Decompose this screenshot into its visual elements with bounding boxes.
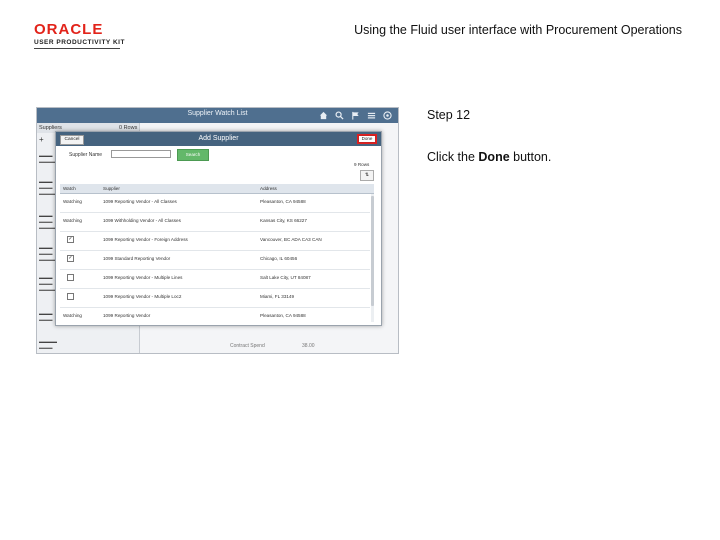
instruction-button-name: Done xyxy=(478,150,510,164)
address-cell: Chicago, IL 60456 xyxy=(260,256,298,261)
watch-checkbox[interactable]: ✓ xyxy=(67,236,74,243)
upk-tagline: USER PRODUCTIVITY KIT xyxy=(34,39,125,46)
page-title: Using the Fluid user interface with Proc… xyxy=(354,23,682,37)
supplier-name-input[interactable] xyxy=(111,150,171,158)
address-cell: Pleasanton, CA 94588 xyxy=(260,199,306,204)
address-cell: Pleasanton, CA 94588 xyxy=(260,313,306,318)
add-supplier-dialog: Add Supplier Cancel Done Supplier Name S… xyxy=(55,131,382,326)
sort-icon[interactable]: ⇅ xyxy=(360,170,374,181)
supplier-name-cell: 1099 Reporting Vendor - All Classes xyxy=(103,199,177,204)
list-item[interactable]: ▬▬▬▬▬▬▬▬▬▬ xyxy=(39,339,57,353)
table-row[interactable]: 1099 Reporting Vendor - Multiple Lines Sa… xyxy=(60,270,370,289)
home-icon[interactable] xyxy=(319,111,328,120)
supplier-grid: Watch Supplier Address Watching 1099 Repo… xyxy=(60,184,374,323)
table-row[interactable]: ✓ 1099 Standard Reporting Vendor Chicago, … xyxy=(60,251,370,270)
nav-icon[interactable] xyxy=(383,111,392,120)
app-screenshot: Supplier Watch List Suppliers 0 Rows + ▬… xyxy=(36,107,399,354)
list-item[interactable]: ▬▬▬ ▬▬▬ xyxy=(39,311,53,323)
supplier-name-label: Supplier Name xyxy=(69,152,103,158)
done-button[interactable]: Done xyxy=(357,134,377,144)
table-row[interactable]: Watching 1099 Reporting Vendor Pleasanton,… xyxy=(60,308,370,323)
search-icon[interactable] xyxy=(335,111,344,120)
supplier-name-cell: 1099 Reporting Vendor xyxy=(103,313,151,318)
step-number: Step 12 xyxy=(427,108,471,122)
search-button[interactable]: Search xyxy=(177,149,209,161)
supplier-name-cell: 1099 Reporting Vendor - Foreign Address xyxy=(103,237,188,242)
add-icon[interactable]: + xyxy=(39,136,44,144)
watch-status: Watching xyxy=(63,218,82,223)
column-header-watch[interactable]: Watch xyxy=(63,186,76,191)
column-header-supplier[interactable]: Supplier xyxy=(103,186,120,191)
menu-icon[interactable] xyxy=(367,111,376,120)
watch-checkbox[interactable] xyxy=(67,293,74,300)
column-header-address[interactable]: Address xyxy=(260,186,277,191)
address-cell: Kansas City, KS 66227 xyxy=(260,218,307,223)
supplier-name-cell: 1099 Reporting Vendor - Multiple Loc2 xyxy=(103,294,182,299)
scroll-thumb[interactable] xyxy=(371,196,374,306)
grid-body: Watching 1099 Reporting Vendor - All Clas… xyxy=(60,194,374,323)
supplier-name-cell: 1099 Reporting Vendor - Multiple Lines xyxy=(103,275,183,280)
table-row[interactable]: ✓ 1099 Reporting Vendor - Foreign Address… xyxy=(60,232,370,251)
contract-spend-label: Contract Spend xyxy=(230,343,265,349)
supplier-name-cell: 1099 Withholding Vendor - All Classes xyxy=(103,218,181,223)
grid-header: Watch Supplier Address xyxy=(60,184,374,194)
cancel-button[interactable]: Cancel xyxy=(60,135,84,145)
watch-status: Watching xyxy=(63,199,82,204)
address-cell: Salt Lake City, UT 84087 xyxy=(260,275,311,280)
supplier-name-cell: 1099 Standard Reporting Vendor xyxy=(103,256,171,261)
logo-divider xyxy=(34,48,120,49)
oracle-logo: ORACLE xyxy=(34,21,104,38)
table-row[interactable]: Watching 1099 Reporting Vendor - All Clas… xyxy=(60,194,370,213)
address-cell: Vancouver, BC ADA CA3 CAN xyxy=(260,237,322,242)
step-instruction: Click the Done button. xyxy=(427,150,551,164)
grid-scrollbar[interactable] xyxy=(371,194,374,322)
contract-spend-value: 38.00 xyxy=(302,343,315,349)
dialog-title: Add Supplier xyxy=(198,135,239,142)
table-row[interactable]: Watching 1099 Withholding Vendor - All Cl… xyxy=(60,213,370,232)
instruction-prefix: Click the xyxy=(427,150,479,164)
table-row[interactable]: 1099 Reporting Vendor - Multiple Loc2 Mia… xyxy=(60,289,370,308)
dialog-header: Add Supplier Cancel Done xyxy=(56,132,381,146)
address-cell: Miami, FL 33149 xyxy=(260,294,295,299)
watch-checkbox[interactable] xyxy=(67,274,74,281)
instruction-suffix: button. xyxy=(509,150,552,164)
watch-status: Watching xyxy=(63,313,82,318)
flag-icon[interactable] xyxy=(351,111,360,120)
watch-checkbox[interactable]: ✓ xyxy=(67,255,74,262)
row-count: 9 Rows xyxy=(354,162,370,167)
app-header-bar: Supplier Watch List xyxy=(37,108,398,123)
